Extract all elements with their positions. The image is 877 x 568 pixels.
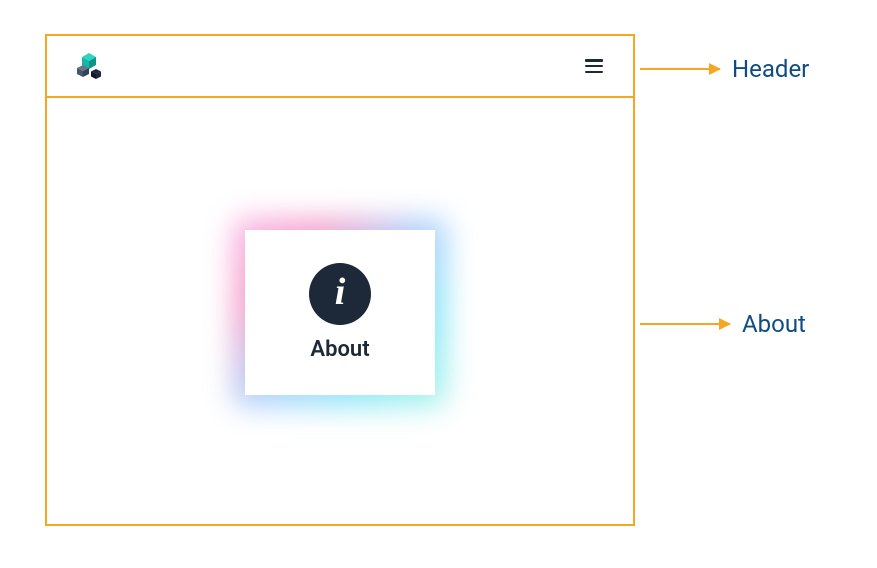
- annotation-about: About: [640, 310, 806, 338]
- annotation-header: Header: [640, 55, 809, 83]
- cubes-logo-icon: [75, 51, 105, 81]
- content-area: i About: [47, 100, 633, 524]
- arrow-head-icon: [719, 318, 731, 330]
- about-label: About: [310, 337, 369, 362]
- info-icon: i: [309, 263, 371, 325]
- about-card[interactable]: i About: [245, 230, 435, 395]
- about-card-wrapper: i About: [245, 230, 435, 395]
- hamburger-menu-icon[interactable]: [585, 59, 603, 73]
- annotation-header-label: Header: [732, 55, 809, 83]
- info-glyph: i: [335, 273, 346, 311]
- app-frame: i About: [45, 34, 635, 526]
- annotation-about-label: About: [742, 310, 806, 338]
- arrow-line: [640, 68, 720, 70]
- header-bar: [47, 36, 633, 98]
- arrow-line: [640, 323, 730, 325]
- arrow-head-icon: [709, 63, 721, 75]
